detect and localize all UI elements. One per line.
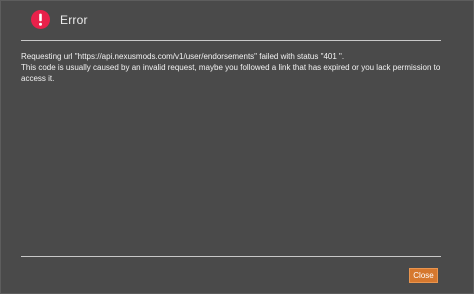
error-message: Requesting url "https://api.nexusmods.co…	[21, 51, 453, 84]
error-message-line-1: Requesting url "https://api.nexusmods.co…	[21, 52, 345, 61]
error-dialog: Error Requesting url "https://api.nexusm…	[0, 0, 474, 294]
close-button[interactable]: Close	[409, 268, 438, 283]
header-divider	[21, 40, 441, 41]
dialog-header: Error	[1, 1, 473, 39]
dialog-title: Error	[60, 13, 88, 27]
error-message-line-2: This code is usually caused by an invali…	[21, 63, 441, 83]
error-circle-icon	[31, 10, 50, 29]
footer-divider	[21, 256, 441, 257]
